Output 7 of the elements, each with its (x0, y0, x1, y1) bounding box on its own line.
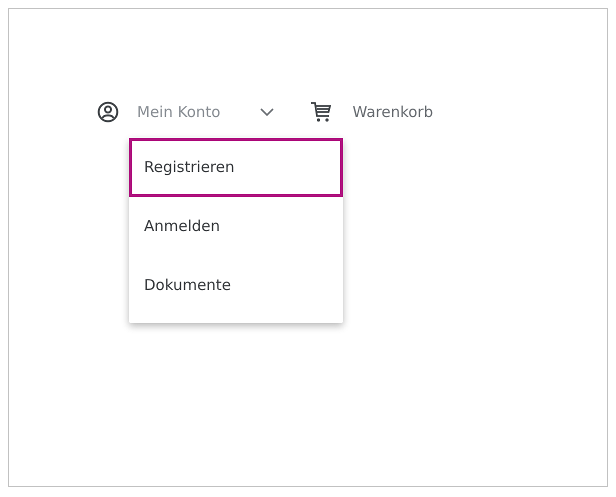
cart-icon (310, 101, 332, 123)
cart-button[interactable]: Warenkorb (310, 101, 434, 123)
menu-item[interactable]: Dokumente (129, 256, 343, 315)
chevron-down-icon (260, 108, 274, 116)
menu-item[interactable]: Anmelden (129, 197, 343, 256)
menu-item[interactable]: Registrieren (129, 138, 343, 197)
user-icon (97, 101, 119, 123)
